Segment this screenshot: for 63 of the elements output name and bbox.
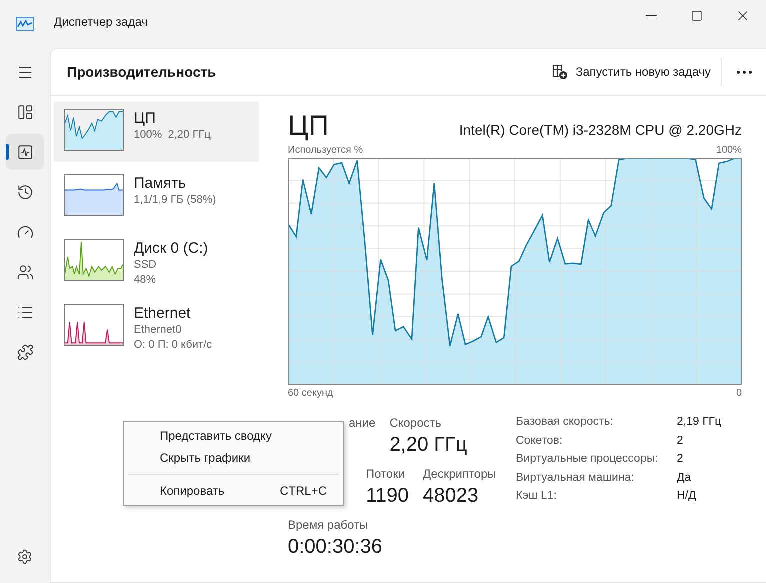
shortcut-label: CTRL+C — [280, 484, 327, 498]
more-icon — [736, 70, 752, 74]
device-name: ЦП — [134, 109, 157, 128]
device-detail: 100% 2,20 ГГц — [134, 128, 211, 143]
device-item[interactable]: Диск 0 (C:) SSD 48% — [54, 232, 259, 292]
device-title: ЦП — [288, 110, 329, 142]
device-detail: 1,1/1,9 ГБ (58%) — [134, 193, 216, 208]
settings-icon — [17, 549, 33, 565]
grid-icon — [16, 104, 34, 120]
property-label: Виртуальные процессоры: — [516, 453, 660, 467]
device-item[interactable]: ЦП 100% 2,20 ГГц — [54, 102, 259, 162]
history-icon — [16, 184, 34, 200]
time-start-label: 60 секунд — [288, 388, 334, 398]
device-item[interactable]: Память 1,1/1,9 ГБ (58%) — [54, 167, 259, 227]
device-item[interactable]: Ethernet Ethernet0 О: 0 П: 0 кбит/с — [54, 297, 259, 357]
property-value: Н/Д — [677, 490, 698, 504]
nav-button[interactable] — [6, 134, 44, 170]
property-value: 2 — [677, 434, 684, 448]
activity-icon — [16, 144, 34, 160]
minimize-icon — [646, 15, 656, 17]
device-detail: 48% — [134, 273, 158, 288]
usage-thumbnail — [64, 109, 124, 151]
new-task-icon — [552, 64, 568, 80]
stat-label: Время работы — [288, 517, 370, 533]
property-label: Базовая скорость: — [516, 416, 614, 430]
puzzle-icon — [16, 344, 34, 360]
stat-label: Дескрипторы — [423, 466, 496, 482]
time-end-label: 0 — [736, 388, 742, 398]
usage-thumbnail — [64, 174, 124, 216]
menu-item[interactable]: Представить сводку — [124, 425, 343, 447]
property-value: Да — [677, 472, 692, 486]
page-title: Производительность — [67, 64, 218, 80]
property-label: Сокетов: — [516, 434, 564, 448]
menu-item[interactable]: Копировать CTRL+C — [124, 480, 343, 502]
menu-item[interactable]: Скрыть графики — [124, 447, 343, 469]
users-icon — [16, 264, 34, 280]
stat-value: 48023 — [423, 484, 480, 509]
device-name: Ethernet — [134, 304, 192, 323]
device-detail: SSD — [134, 258, 158, 273]
device-name: Диск 0 (C:) — [134, 239, 208, 258]
property-value: 2 — [677, 453, 684, 467]
graph-label: Используется % — [288, 144, 364, 156]
gauge-icon — [16, 224, 34, 240]
stat-value: 2,20 ГГц — [390, 433, 468, 458]
stat-value: 0:00:30:36 — [288, 535, 383, 560]
property-label: Кэш L1: — [516, 490, 558, 504]
device-detail: О: 0 П: 0 кбит/с — [134, 338, 212, 353]
graph-max-label: 100% — [716, 144, 742, 156]
app-icon — [16, 17, 34, 31]
stat-label: ание — [349, 415, 376, 431]
device-name: Память — [134, 174, 188, 193]
stat-label: Скорость — [390, 415, 443, 431]
cpu-model: Intel(R) Core(TM) i3-2328M CPU @ 2.20GHz — [459, 122, 742, 138]
stat-label: Потоки — [366, 466, 406, 482]
maximize-icon — [691, 10, 703, 22]
stat-value: 1190 — [366, 484, 410, 509]
property-value: 2,19 ГГц — [677, 416, 722, 430]
window-title: Диспетчер задач — [54, 15, 149, 29]
usage-thumbnail — [64, 304, 124, 346]
device-detail: Ethernet0 — [134, 323, 183, 338]
property-label: Виртуальная машина: — [516, 472, 636, 486]
run-task-button[interactable]: Запустить новую задачу — [542, 58, 722, 86]
usage-thumbnail — [64, 239, 124, 281]
